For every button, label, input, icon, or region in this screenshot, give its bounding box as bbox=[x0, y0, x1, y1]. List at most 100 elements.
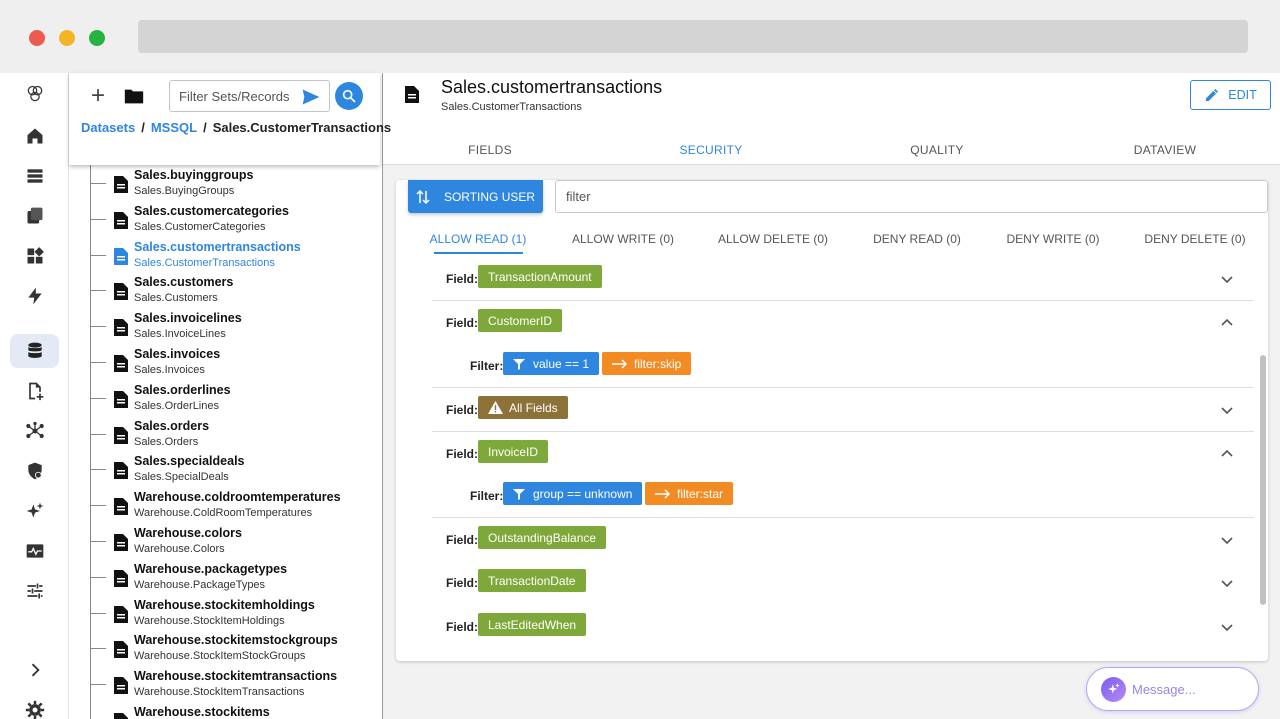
tree-item[interactable]: Sales.customertransactions Sales.Customer… bbox=[69, 237, 380, 273]
rail-add-document[interactable] bbox=[10, 374, 59, 408]
field-label: Field: bbox=[446, 576, 478, 590]
field-row[interactable]: Field: LastEditedWhen bbox=[432, 606, 1254, 649]
rail-logo[interactable] bbox=[10, 77, 59, 111]
tab-deny-write[interactable]: DENY WRITE (0) bbox=[1006, 232, 1099, 246]
document-icon bbox=[114, 176, 128, 193]
tree-item-title: Sales.invoicelines bbox=[134, 311, 242, 326]
tree-item[interactable]: Warehouse.colors Warehouse.Colors bbox=[69, 523, 380, 559]
field-row[interactable]: Field: TransactionDate bbox=[432, 562, 1254, 605]
edit-button[interactable]: EDIT bbox=[1190, 80, 1271, 110]
rail-widgets[interactable] bbox=[10, 239, 59, 273]
filter-sets-input[interactable] bbox=[170, 81, 290, 111]
document-icon bbox=[405, 86, 419, 103]
tab-deny-read[interactable]: DENY READ (0) bbox=[873, 232, 961, 246]
rail-graph[interactable] bbox=[10, 414, 59, 448]
tree-item[interactable]: Sales.orderlines Sales.OrderLines bbox=[69, 380, 380, 416]
sorting-user-button[interactable]: SORTING USER bbox=[408, 180, 543, 213]
minimize-window-button[interactable] bbox=[59, 30, 75, 46]
tab-allow-write[interactable]: ALLOW WRITE (0) bbox=[572, 232, 674, 246]
tree-item[interactable]: Sales.invoicelines Sales.InvoiceLines bbox=[69, 308, 380, 344]
tree-branch-line bbox=[90, 541, 106, 542]
all-fields-chip: All Fields bbox=[478, 396, 568, 419]
tab-allow-delete[interactable]: ALLOW DELETE (0) bbox=[718, 232, 828, 246]
tab-deny-delete[interactable]: DENY DELETE (0) bbox=[1144, 232, 1245, 246]
document-icon bbox=[114, 641, 128, 659]
tree-item[interactable]: Warehouse.coldroomtemperatures Warehouse.… bbox=[69, 487, 380, 523]
tree-branch-line bbox=[90, 326, 106, 328]
folder-icon[interactable] bbox=[123, 85, 145, 107]
field-row[interactable]: Field: InvoiceID bbox=[432, 433, 1254, 476]
tab-fields[interactable]: FIELDS bbox=[468, 143, 512, 157]
breadcrumb-current: Sales.CustomerTransactions bbox=[212, 120, 392, 135]
tree-item[interactable]: Sales.customercategories Sales.CustomerCa… bbox=[69, 201, 380, 237]
field-chip: InvoiceID bbox=[478, 440, 549, 463]
tree-item-title: Warehouse.stockitems bbox=[134, 705, 270, 719]
navigator-header: + Datasets / MSSQL / Sales.CustomerTrans… bbox=[69, 73, 391, 165]
breadcrumb-mssql[interactable]: MSSQL bbox=[151, 120, 197, 135]
tree-item-subtitle: Sales.Invoices bbox=[134, 364, 205, 376]
rail-ai[interactable] bbox=[10, 494, 59, 528]
tree-item-title: Warehouse.stockitemstockgroups bbox=[134, 633, 338, 648]
rail-list[interactable] bbox=[10, 159, 59, 193]
tree-item[interactable]: Warehouse.packagetypes Warehouse.PackageT… bbox=[69, 559, 380, 595]
chevron-up-icon[interactable] bbox=[1220, 447, 1234, 461]
tree-item[interactable]: Sales.specialdeals Sales.SpecialDeals bbox=[69, 451, 380, 487]
field-row[interactable]: Field: TransactionAmount bbox=[432, 258, 1254, 301]
tree-item[interactable]: Warehouse.stockitems bbox=[69, 702, 380, 719]
close-window-button[interactable] bbox=[29, 30, 45, 46]
filter-condition-text: group == unknown bbox=[533, 486, 633, 501]
rail-collections[interactable] bbox=[10, 199, 59, 233]
chevron-down-icon[interactable] bbox=[1220, 576, 1234, 590]
rail-database[interactable] bbox=[10, 334, 59, 368]
tab-quality[interactable]: QUALITY bbox=[910, 143, 963, 157]
send-icon[interactable] bbox=[301, 87, 321, 107]
rail-monitor[interactable] bbox=[10, 534, 59, 568]
maximize-window-button[interactable] bbox=[89, 30, 105, 46]
tab-security[interactable]: SECURITY bbox=[679, 143, 742, 157]
field-row[interactable]: Field: CustomerID bbox=[432, 302, 1254, 345]
chevron-down-icon[interactable] bbox=[1220, 272, 1234, 286]
chevron-down-icon[interactable] bbox=[1220, 403, 1234, 417]
field-row[interactable]: Field: All Fields bbox=[432, 389, 1254, 432]
tree-item[interactable]: Sales.customers Sales.Customers bbox=[69, 272, 380, 308]
tree-item[interactable]: Sales.orders Sales.Orders bbox=[69, 416, 380, 452]
rail-expand[interactable] bbox=[10, 653, 59, 687]
tree-item-title: Warehouse.packagetypes bbox=[134, 561, 288, 576]
rail-bolt[interactable] bbox=[10, 279, 59, 313]
field-row[interactable]: Field: OutstandingBalance bbox=[432, 519, 1254, 562]
rail-security[interactable] bbox=[10, 454, 59, 488]
tree-item-title: Sales.customers bbox=[134, 275, 234, 290]
document-icon bbox=[114, 462, 128, 480]
permission-filter-field[interactable] bbox=[555, 180, 1268, 213]
chevron-down-icon[interactable] bbox=[1220, 533, 1234, 547]
chevron-down-icon[interactable] bbox=[1220, 620, 1234, 634]
tree-item[interactable]: Warehouse.stockitemtransactions Warehouse… bbox=[69, 666, 380, 702]
rail-home[interactable] bbox=[10, 119, 59, 153]
permission-filter-input[interactable] bbox=[556, 181, 1256, 212]
filter-sets-field[interactable] bbox=[169, 80, 330, 112]
tab-allow-read[interactable]: ALLOW READ (1) bbox=[430, 232, 527, 246]
ai-sparkle-icon bbox=[1101, 676, 1126, 702]
breadcrumb-datasets[interactable]: Datasets bbox=[81, 120, 135, 135]
tree-branch-line bbox=[90, 648, 106, 650]
add-button[interactable]: + bbox=[87, 82, 109, 109]
field-label: Field: bbox=[446, 447, 478, 461]
widgets-icon bbox=[27, 247, 44, 264]
tree-branch-line bbox=[90, 290, 106, 292]
search-button[interactable] bbox=[335, 82, 363, 110]
message-input[interactable]: Message... bbox=[1086, 667, 1259, 711]
warning-icon bbox=[488, 401, 503, 414]
document-icon bbox=[114, 247, 128, 265]
tree-item[interactable]: Sales.invoices Sales.Invoices bbox=[69, 344, 380, 380]
address-bar[interactable] bbox=[138, 20, 1248, 53]
tree-item[interactable]: Sales.buyinggroups Sales.BuyingGroups bbox=[69, 165, 380, 201]
scrollbar-thumb[interactable] bbox=[1260, 355, 1266, 605]
tree-item-subtitle: Sales.SpecialDeals bbox=[134, 471, 229, 484]
rail-settings[interactable] bbox=[10, 693, 59, 719]
tree-item[interactable]: Warehouse.stockitemstockgroups Warehouse.… bbox=[69, 630, 380, 666]
chevron-up-icon[interactable] bbox=[1220, 316, 1234, 330]
tab-dataview[interactable]: DATAVIEW bbox=[1134, 143, 1196, 157]
rail-settings-sliders[interactable] bbox=[10, 574, 59, 608]
tree-item[interactable]: Warehouse.stockitemholdings Warehouse.Sto… bbox=[69, 595, 380, 631]
filter-action-text: filter:star bbox=[677, 486, 724, 501]
